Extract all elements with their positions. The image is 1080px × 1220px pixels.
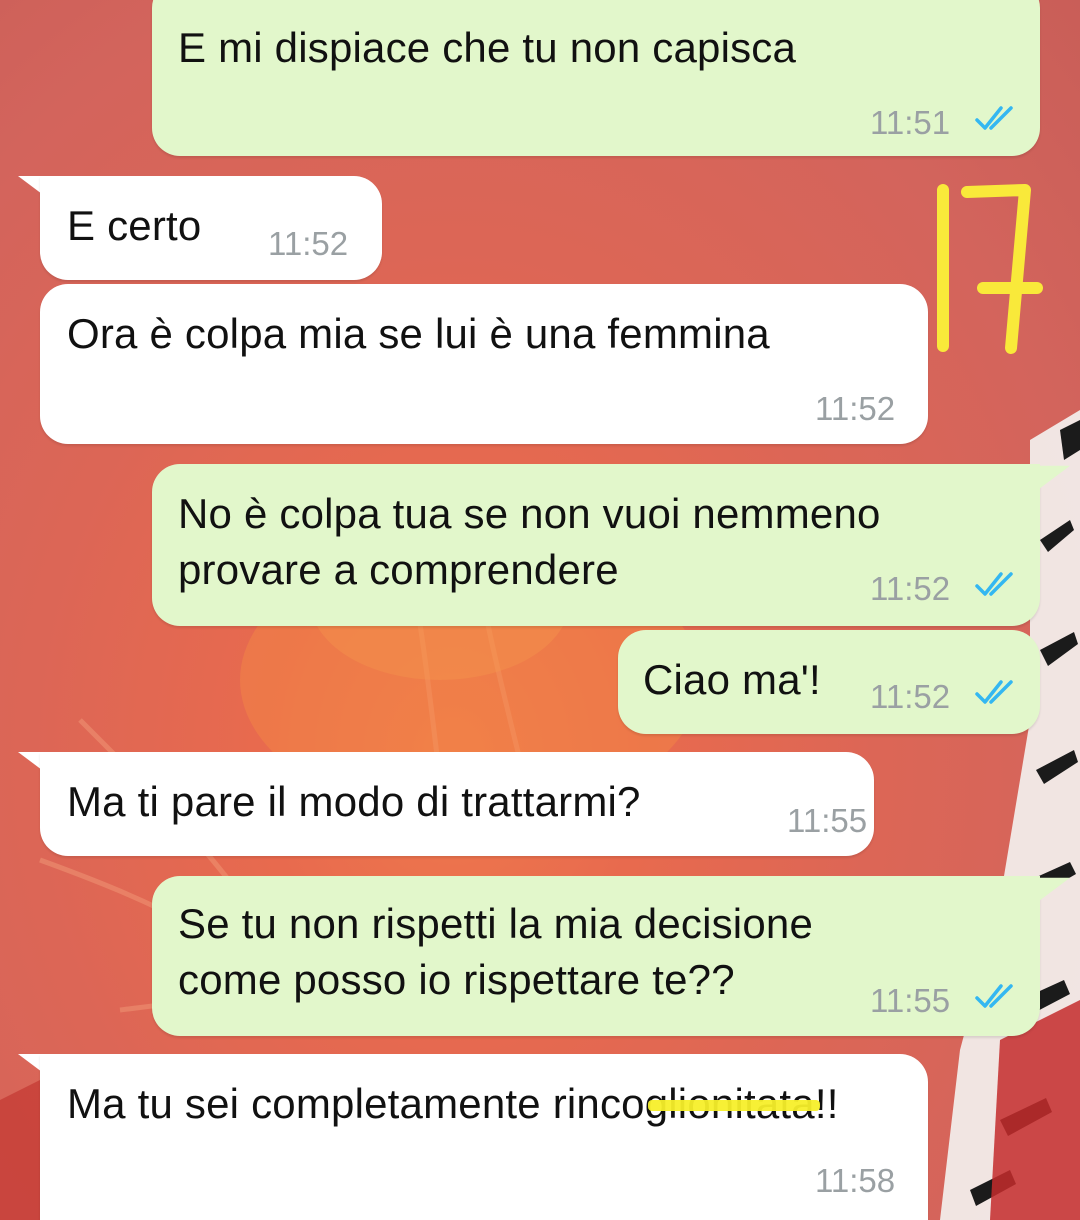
- bubble-tail: [1040, 877, 1070, 901]
- message-text-start: Ma tu sei completamente ri: [67, 1080, 577, 1127]
- message-timestamp: 11:55: [870, 982, 951, 1019]
- double-check-icon: [975, 680, 1013, 704]
- message-text: E mi dispiace che tu non capisca: [178, 24, 797, 71]
- message-timestamp: 11:52: [815, 390, 896, 427]
- message-text-line: Se tu non rispetti la mia decisione: [178, 900, 814, 947]
- message-text: E certo: [67, 202, 202, 249]
- message-bubble-incoming[interactable]: Ma ti pare il modo di trattarmi? 11:55: [40, 752, 874, 856]
- message-text-line: provare a comprendere: [178, 546, 619, 593]
- message-text: Ora è colpa mia se lui è una femmina: [67, 310, 770, 357]
- double-check-icon: [975, 572, 1013, 596]
- message-text: Ma ti pare il modo di trattarmi?: [67, 778, 641, 825]
- message-timestamp: 11:58: [815, 1162, 896, 1199]
- message-text-line: No è colpa tua se non vuoi nemmeno: [178, 490, 881, 537]
- redaction-highlight: [648, 1100, 820, 1111]
- message-timestamp: 11:52: [870, 678, 951, 715]
- double-check-icon: [975, 106, 1013, 130]
- message-bubble-outgoing[interactable]: No è colpa tua se non vuoi nemmeno prova…: [152, 464, 1040, 626]
- double-check-icon: [975, 984, 1013, 1008]
- message-text-line: come posso io rispettare te??: [178, 956, 735, 1003]
- bubble-tail: [1040, 465, 1070, 489]
- message-bubble-incoming[interactable]: E certo 11:52: [40, 176, 382, 280]
- message-text: Ciao ma'!: [643, 656, 821, 703]
- message-bubble-outgoing[interactable]: E mi dispiace che tu non capisca 11:51: [152, 0, 1040, 156]
- handwritten-annotation: [937, 184, 1043, 354]
- message-bubble-outgoing[interactable]: Ciao ma'! 11:52: [618, 630, 1040, 734]
- message-timestamp: 11:55: [787, 802, 868, 839]
- message-bubble-incoming[interactable]: Ora è colpa mia se lui è una femmina 11:…: [40, 284, 928, 444]
- message-bubble-outgoing[interactable]: Se tu non rispetti la mia decisione come…: [152, 876, 1040, 1036]
- message-bubble-incoming[interactable]: Ma tu sei completamente rincoglionitata!…: [40, 1054, 928, 1220]
- message-timestamp: 11:51: [870, 104, 951, 141]
- message-timestamp: 11:52: [870, 570, 951, 607]
- message-timestamp: 11:52: [268, 225, 349, 262]
